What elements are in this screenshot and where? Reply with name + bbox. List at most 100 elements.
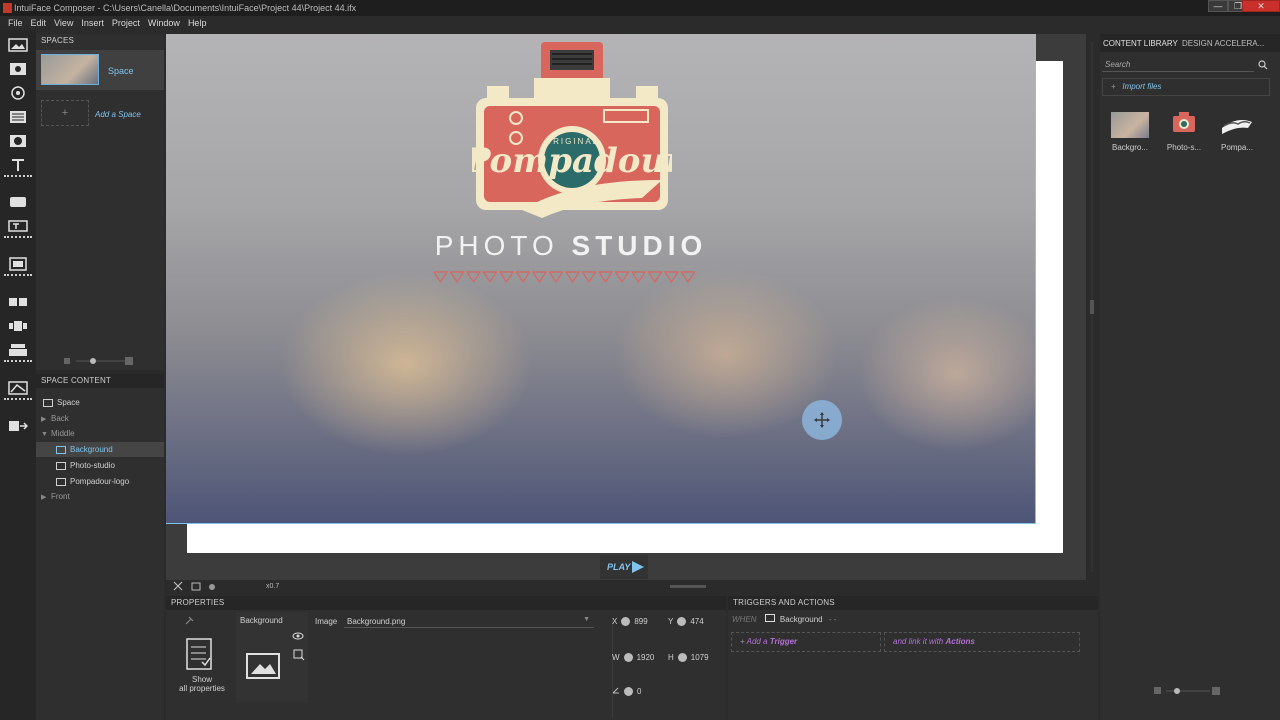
toolbar-separator: [4, 397, 32, 400]
library-tabs: CONTENT LIBRARY DESIGN ACCELERA...: [1100, 34, 1280, 52]
height-property[interactable]: H 1079: [668, 652, 709, 663]
audio-tool-icon[interactable]: [8, 134, 28, 148]
rotation-knob[interactable]: [624, 687, 633, 697]
document-tool-icon[interactable]: [8, 110, 28, 124]
collection-tool-icon[interactable]: [8, 257, 28, 271]
divider-triangle: [482, 271, 498, 284]
text-input-tool-icon[interactable]: [8, 219, 28, 233]
shape-tool-icon[interactable]: [8, 195, 28, 209]
chevron-down-icon[interactable]: ▼: [41, 427, 51, 442]
stage-horizontal-scrollbar[interactable]: [670, 585, 706, 588]
video-tool-icon[interactable]: [8, 62, 28, 76]
photo-studio-title[interactable]: PHOTO STUDIO: [396, 230, 746, 262]
image-icon: [764, 614, 775, 622]
menu-insert[interactable]: Insert: [81, 16, 104, 30]
import-files-button[interactable]: + Import files: [1102, 78, 1270, 96]
stage-vertical-scrollbar[interactable]: [1087, 34, 1097, 580]
triggers-title: TRIGGERS AND ACTIONS: [728, 596, 1098, 610]
chevron-down-icon[interactable]: ▼: [583, 616, 590, 623]
menu-help[interactable]: Help: [188, 16, 207, 30]
menu-project[interactable]: Project: [112, 16, 140, 30]
spaces-zoom-slider[interactable]: [36, 354, 164, 368]
carousel-tool-icon[interactable]: [8, 319, 28, 333]
tab-content-library[interactable]: CONTENT LIBRARY: [1103, 39, 1178, 48]
properties-divider: [612, 618, 613, 718]
when-target[interactable]: Background: [780, 615, 823, 624]
image-property-field[interactable]: Background.png ▼: [344, 614, 594, 628]
library-zoom-slider[interactable]: [1100, 684, 1280, 698]
library-item-background[interactable]: Backgro...: [1105, 112, 1155, 152]
width-property[interactable]: W 1920: [612, 652, 654, 663]
tree-row-photo-studio[interactable]: Photo-studio: [36, 458, 164, 473]
tree-row-middle[interactable]: ▼ Middle: [36, 426, 164, 441]
spaces-panel: SPACES Space + Add a Space: [36, 34, 164, 370]
image-icon: [56, 461, 66, 470]
text-tool-icon[interactable]: [8, 158, 28, 172]
divider-triangle: [680, 271, 696, 284]
chevron-right-icon[interactable]: ▶: [41, 412, 51, 427]
studio-bold-text: STUDIO: [571, 230, 708, 261]
divider-triangle: [614, 271, 630, 284]
selection-edge-right: [1035, 34, 1036, 524]
frame-icon[interactable]: [293, 649, 305, 661]
divider-triangle: [597, 271, 614, 284]
interface-asset-tool-icon[interactable]: [8, 419, 29, 433]
visibility-eye-icon[interactable]: [292, 631, 304, 641]
app-icon: [3, 3, 12, 13]
map-tool-icon[interactable]: [8, 381, 28, 395]
angle-icon: [612, 687, 619, 694]
y-knob[interactable]: [677, 617, 687, 627]
x-knob[interactable]: [621, 617, 631, 627]
show-all-properties-label[interactable]: Show all properties: [166, 675, 238, 693]
library-thumbnail: [1111, 112, 1149, 138]
x-property[interactable]: X 899: [612, 616, 648, 627]
menu-edit[interactable]: Edit: [31, 16, 47, 30]
play-button[interactable]: PLAY: [600, 555, 648, 579]
divider-triangle: [531, 271, 548, 284]
rotation-property[interactable]: 0: [612, 686, 641, 697]
space-item[interactable]: Space: [36, 50, 164, 90]
tree-row-back[interactable]: ▶ Back: [36, 411, 164, 426]
triangle-divider: [432, 271, 704, 284]
space-icon: [43, 398, 53, 407]
divider-triangle: [449, 271, 465, 284]
fit-icon[interactable]: [172, 580, 232, 594]
divider-triangle: [581, 271, 597, 284]
stack-tool-icon[interactable]: [8, 343, 28, 357]
tree-row-background[interactable]: Background: [36, 442, 164, 457]
spaces-panel-title: SPACES: [41, 36, 75, 45]
background-image[interactable]: ORIGINAL Pompadour PHOTO STUDIO: [166, 34, 1036, 524]
add-space-link[interactable]: Add a Space: [95, 110, 141, 119]
menu-window[interactable]: Window: [148, 16, 180, 30]
menu-view[interactable]: View: [54, 16, 73, 30]
add-trigger-button[interactable]: + Add a Trigger: [731, 632, 881, 652]
web-tool-icon[interactable]: [8, 86, 28, 100]
move-handle[interactable]: [802, 400, 842, 440]
menu-file[interactable]: File: [8, 16, 23, 30]
pin-icon[interactable]: [184, 616, 194, 626]
space-content-panel: SPACE CONTENT Space ▶ Back ▼ Middle Backgr…: [36, 374, 164, 720]
link-actions-button[interactable]: and link it with Actions: [884, 632, 1080, 652]
library-item-pompadour[interactable]: Pompa...: [1212, 112, 1262, 152]
add-space-button[interactable]: +: [41, 100, 89, 126]
minimize-button[interactable]: —: [1208, 0, 1228, 12]
image-tool-icon[interactable]: [8, 38, 28, 52]
show-properties-icon[interactable]: [186, 638, 214, 670]
image-icon: [56, 445, 66, 454]
height-knob[interactable]: [677, 653, 687, 663]
chevron-right-icon[interactable]: ▶: [41, 490, 51, 505]
tree-row-pompadour-logo[interactable]: Pompadour-logo: [36, 474, 164, 489]
width-knob[interactable]: [623, 653, 633, 663]
library-search-input[interactable]: Search: [1102, 58, 1254, 72]
library-item-photo-studio[interactable]: Photo-s...: [1159, 112, 1209, 152]
editing-stage[interactable]: ORIGINAL Pompadour PHOTO STUDIO: [166, 34, 1086, 580]
tab-design-accelerators[interactable]: DESIGN ACCELERA...: [1182, 39, 1264, 48]
list-tool-icon[interactable]: [8, 295, 28, 309]
zoom-label: x0.7: [266, 583, 280, 590]
tree-row-space[interactable]: Space: [36, 395, 164, 410]
search-icon[interactable]: [1258, 60, 1268, 70]
close-button[interactable]: ✕: [1242, 0, 1280, 12]
y-property[interactable]: Y 474: [668, 616, 704, 627]
pompadour-logo[interactable]: ORIGINAL Pompadour: [464, 40, 685, 220]
tree-row-front[interactable]: ▶ Front: [36, 489, 164, 504]
